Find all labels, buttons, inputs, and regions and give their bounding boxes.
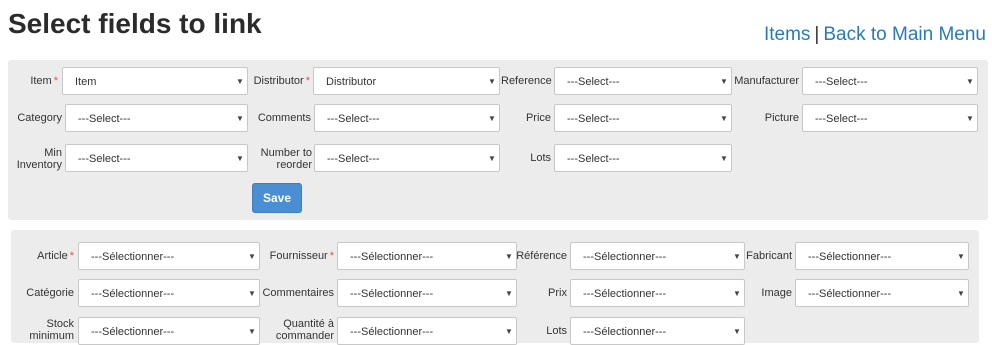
lots-fr-select[interactable]: ---Sélectionner--- ▼ xyxy=(570,317,745,345)
chevron-down-icon: ▼ xyxy=(248,288,256,298)
article-select[interactable]: ---Sélectionner--- ▼ xyxy=(78,242,260,270)
page-title: Select fields to link xyxy=(8,8,262,39)
chevron-down-icon: ▼ xyxy=(505,326,513,336)
category-label: Category xyxy=(17,112,62,124)
reference-label: Reference xyxy=(501,75,552,87)
price-label: Price xyxy=(525,112,551,124)
top-links: Items | Back to Main Menu xyxy=(764,24,986,46)
reference-fr-select[interactable]: ---Sélectionner--- ▼ xyxy=(570,242,745,270)
save-button[interactable]: Save xyxy=(252,183,302,213)
required-marker: * xyxy=(69,250,74,262)
distributor-label: Distributor * xyxy=(253,75,310,87)
prix-label: Prix xyxy=(548,287,567,299)
chevron-down-icon: ▼ xyxy=(957,288,965,298)
item-label: Item * xyxy=(30,75,58,87)
fabricant-select[interactable]: ---Sélectionner--- ▼ xyxy=(795,242,969,270)
chevron-down-icon: ▼ xyxy=(733,288,741,298)
commentaires-label: Commentaires xyxy=(262,287,334,299)
reference-fr-label: Référence xyxy=(516,250,567,262)
chevron-down-icon: ▼ xyxy=(505,251,513,261)
distributor-select[interactable]: Distributor ▼ xyxy=(313,67,500,95)
lots-select[interactable]: ---Select--- ▼ xyxy=(554,144,732,172)
manufacturer-select[interactable]: ---Select--- ▼ xyxy=(802,67,978,95)
reference-select[interactable]: ---Select--- ▼ xyxy=(554,67,732,95)
required-marker: * xyxy=(329,250,334,262)
lots-label: Lots xyxy=(530,152,551,164)
categorie-label: Catégorie xyxy=(26,287,74,299)
picture-label: Picture xyxy=(764,112,799,124)
image-label: Image xyxy=(761,287,792,299)
price-select[interactable]: ---Select--- ▼ xyxy=(554,104,732,132)
required-marker: * xyxy=(305,75,310,87)
chevron-down-icon: ▼ xyxy=(248,251,256,261)
chevron-down-icon: ▼ xyxy=(966,113,974,123)
chevron-down-icon: ▼ xyxy=(505,288,513,298)
link-separator: | xyxy=(814,24,820,45)
number-to-reorder-label: Number to reorder xyxy=(260,147,312,171)
chevron-down-icon: ▼ xyxy=(488,113,496,123)
stock-minimum-select[interactable]: ---Sélectionner--- ▼ xyxy=(78,317,260,345)
chevron-down-icon: ▼ xyxy=(957,251,965,261)
required-marker: * xyxy=(53,75,58,87)
manufacturer-label: Manufacturer xyxy=(734,75,799,87)
chevron-down-icon: ▼ xyxy=(248,326,256,336)
comments-select[interactable]: ---Select--- ▼ xyxy=(314,104,500,132)
chevron-down-icon: ▼ xyxy=(488,76,496,86)
min-inventory-label: Min Inventory xyxy=(16,147,62,171)
chevron-down-icon: ▼ xyxy=(720,76,728,86)
back-to-main-menu-link[interactable]: Back to Main Menu xyxy=(823,24,986,45)
items-link[interactable]: Items xyxy=(764,24,810,45)
stock-minimum-label: Stock minimum xyxy=(29,318,74,342)
chevron-down-icon: ▼ xyxy=(236,76,244,86)
chevron-down-icon: ▼ xyxy=(966,76,974,86)
category-select[interactable]: ---Select--- ▼ xyxy=(65,104,248,132)
chevron-down-icon: ▼ xyxy=(488,153,496,163)
min-inventory-select[interactable]: ---Select--- ▼ xyxy=(65,144,248,172)
comments-label: Comments xyxy=(257,112,311,124)
fournisseur-label: Fournisseur * xyxy=(269,250,334,262)
quantite-a-commander-label: Quantité à commander xyxy=(275,318,334,342)
image-select[interactable]: ---Sélectionner--- ▼ xyxy=(795,279,969,307)
item-select[interactable]: Item ▼ xyxy=(62,67,248,95)
lots-fr-label: Lots xyxy=(546,325,567,337)
quantite-a-commander-select[interactable]: ---Sélectionner--- ▼ xyxy=(337,317,517,345)
number-to-reorder-select[interactable]: ---Select--- ▼ xyxy=(314,144,500,172)
chevron-down-icon: ▼ xyxy=(720,153,728,163)
commentaires-select[interactable]: ---Sélectionner--- ▼ xyxy=(337,279,517,307)
article-label: Article * xyxy=(37,250,74,262)
fabricant-label: Fabricant xyxy=(746,250,792,262)
fournisseur-select[interactable]: ---Sélectionner--- ▼ xyxy=(337,242,517,270)
categorie-select[interactable]: ---Sélectionner--- ▼ xyxy=(78,279,260,307)
chevron-down-icon: ▼ xyxy=(720,113,728,123)
picture-select[interactable]: ---Select--- ▼ xyxy=(802,104,978,132)
chevron-down-icon: ▼ xyxy=(236,113,244,123)
chevron-down-icon: ▼ xyxy=(733,326,741,336)
prix-select[interactable]: ---Sélectionner--- ▼ xyxy=(570,279,745,307)
chevron-down-icon: ▼ xyxy=(236,153,244,163)
